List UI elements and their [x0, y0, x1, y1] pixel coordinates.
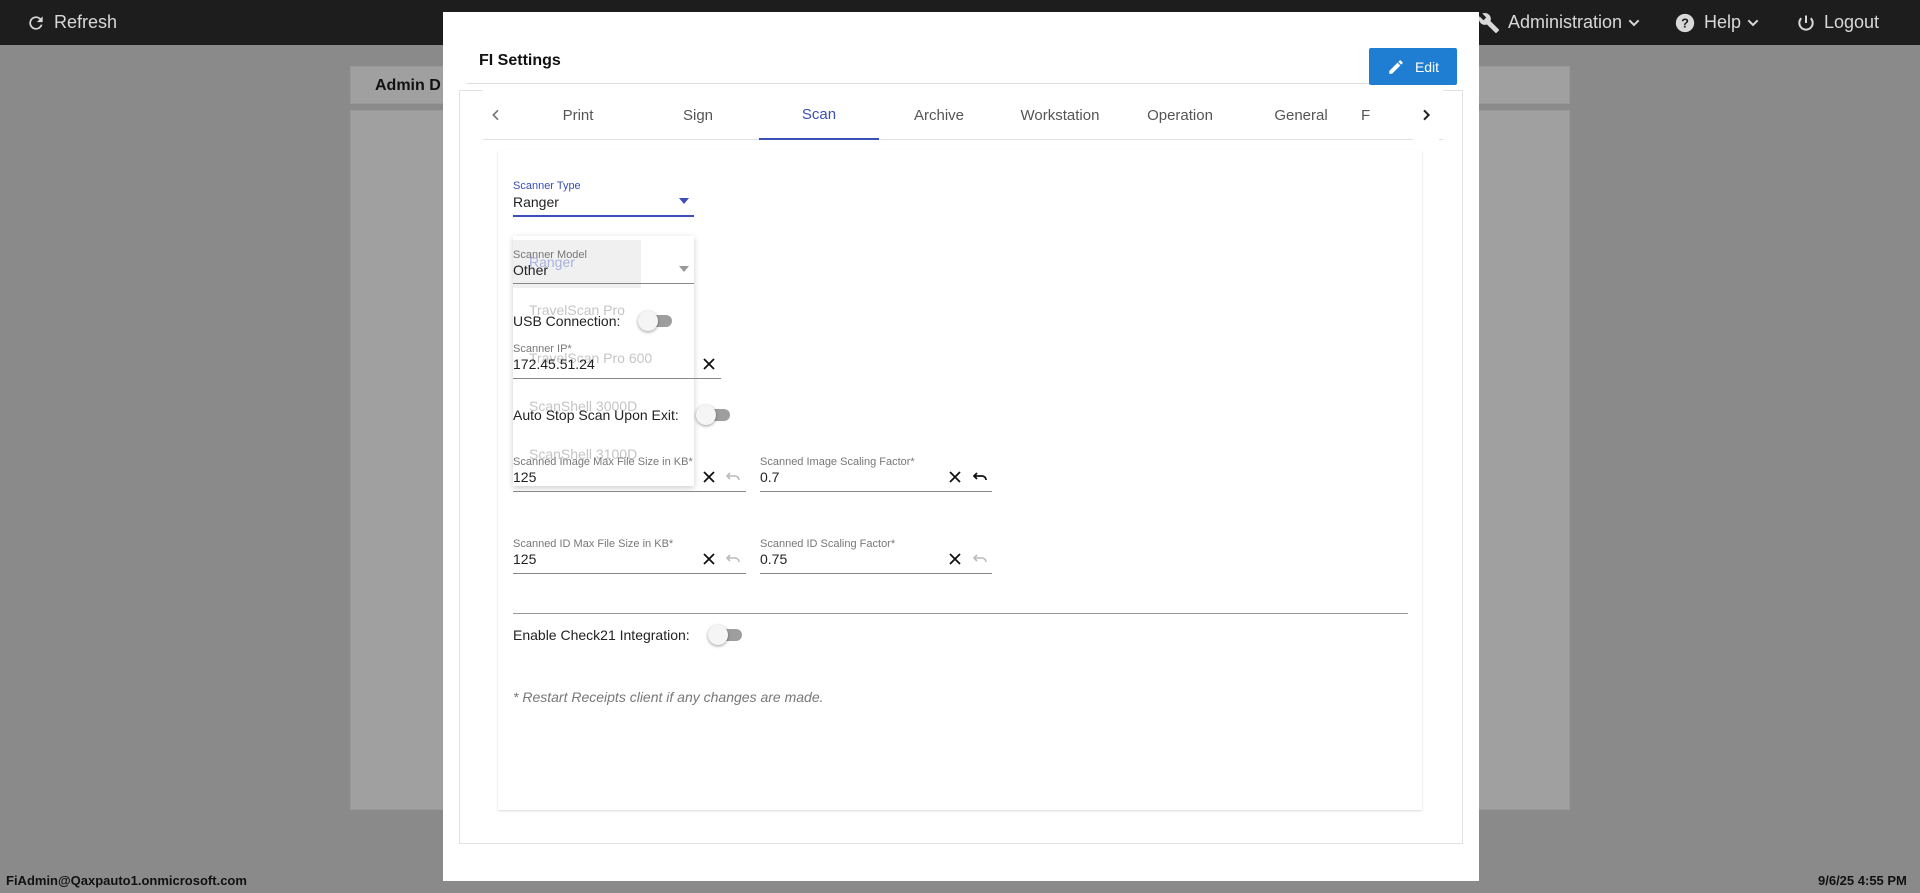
- help-icon: ?: [1675, 13, 1695, 32]
- administration-menu[interactable]: Administration: [1478, 0, 1650, 45]
- clear-image-scaling-button[interactable]: [946, 468, 964, 486]
- undo-id-scaling-button[interactable]: [971, 550, 989, 568]
- undo-icon: [726, 554, 740, 563]
- administration-label: Administration: [1508, 12, 1623, 32]
- clear-id-max-button[interactable]: [700, 550, 718, 568]
- image-scaling-underline: [760, 491, 992, 492]
- id-max-size-input[interactable]: 125: [513, 551, 536, 567]
- logout-button[interactable]: Logout: [1796, 0, 1879, 45]
- usb-connection-toggle[interactable]: [638, 311, 674, 331]
- pencil-icon: [1389, 59, 1403, 74]
- tab-sign[interactable]: Sign: [638, 90, 758, 140]
- scanner-ip-label: Scanner IP*: [513, 343, 572, 355]
- tab-scan[interactable]: Scan: [759, 90, 879, 140]
- undo-icon: [973, 554, 987, 563]
- restart-note: * Restart Receipts client if any changes…: [513, 689, 824, 705]
- chevron-right-icon: [1423, 109, 1431, 121]
- refresh-icon: [29, 15, 43, 30]
- image-max-underline: [513, 491, 746, 492]
- help-menu[interactable]: ? Help: [1674, 0, 1769, 45]
- id-scaling-input[interactable]: 0.75: [760, 551, 787, 567]
- close-icon: [703, 471, 715, 483]
- image-scaling-input[interactable]: 0.7: [760, 469, 779, 485]
- svg-text:?: ?: [1681, 15, 1689, 30]
- id-max-underline: [513, 573, 746, 574]
- tab-archive[interactable]: Archive: [879, 90, 999, 140]
- dropdown-arrow-icon[interactable]: [678, 265, 690, 273]
- close-icon: [949, 471, 961, 483]
- id-scaling-label: Scanned ID Scaling Factor*: [760, 538, 896, 550]
- chevron-left-icon: [492, 109, 499, 121]
- toggle-thumb: [638, 311, 658, 331]
- undo-icon: [726, 472, 740, 481]
- undo-image-max-button[interactable]: [724, 468, 742, 486]
- undo-id-max-button[interactable]: [724, 550, 742, 568]
- chevron-down-icon: [1747, 19, 1759, 26]
- close-icon: [949, 553, 961, 565]
- clear-image-max-button[interactable]: [700, 468, 718, 486]
- admin-title: Admin D: [375, 77, 441, 94]
- id-max-size-label: Scanned ID Max File Size in KB*: [513, 538, 674, 550]
- check21-toggle[interactable]: [708, 625, 744, 645]
- dialog-title: FI Settings: [479, 52, 561, 69]
- logout-label: Logout: [1824, 12, 1880, 32]
- section-divider: [513, 613, 1408, 614]
- settings-tabs: Print Sign Scan Archive Workstation Oper…: [483, 90, 1443, 140]
- help-label: Help: [1704, 12, 1742, 32]
- scanner-ip-underline: [513, 378, 721, 379]
- refresh-button[interactable]: Refresh: [26, 0, 117, 45]
- tab-operation[interactable]: Operation: [1120, 90, 1240, 140]
- clear-id-scaling-button[interactable]: [946, 550, 964, 568]
- scanner-type-label: Scanner Type: [513, 180, 581, 192]
- image-scaling-label: Scanned Image Scaling Factor*: [760, 456, 915, 468]
- toggle-thumb: [696, 405, 716, 425]
- edit-label: Edit: [1414, 58, 1440, 75]
- close-icon: [703, 358, 715, 370]
- scanner-model-underline: [513, 283, 694, 284]
- auto-stop-toggle[interactable]: [696, 405, 732, 425]
- scanner-type-underline: [513, 215, 694, 217]
- tab-scroll-right[interactable]: [1413, 90, 1439, 140]
- auto-stop-label: Auto Stop Scan Upon Exit:: [513, 407, 679, 423]
- status-datetime: 9/6/25 4:55 PM: [1818, 873, 1907, 888]
- usb-connection-label: USB Connection:: [513, 313, 621, 329]
- undo-icon: [973, 472, 987, 481]
- scanner-type-select[interactable]: Ranger: [513, 194, 559, 210]
- dropdown-arrow-icon[interactable]: [678, 197, 690, 205]
- power-icon: [1798, 15, 1814, 31]
- scanner-model-select[interactable]: Other: [513, 262, 548, 278]
- id-scaling-underline: [760, 573, 992, 574]
- scanner-model-label: Scanner Model: [513, 249, 587, 261]
- image-max-size-input[interactable]: 125: [513, 469, 536, 485]
- tab-general[interactable]: General: [1241, 90, 1361, 140]
- scanner-ip-input[interactable]: 172.45.51.24: [513, 356, 595, 372]
- close-icon: [703, 553, 715, 565]
- refresh-label: Refresh: [54, 12, 118, 32]
- edit-button[interactable]: Edit: [1369, 48, 1457, 85]
- dialog-header: FI Settings Edit: [467, 36, 1457, 85]
- tab-print[interactable]: Print: [518, 90, 638, 140]
- status-user: FiAdmin@Qaxpauto1.onmicrosoft.com: [6, 873, 247, 888]
- image-max-size-label: Scanned Image Max File Size in KB*: [513, 456, 693, 468]
- check21-label: Enable Check21 Integration:: [513, 627, 690, 643]
- clear-scanner-ip-button[interactable]: [700, 355, 718, 373]
- undo-image-scaling-button[interactable]: [971, 468, 989, 486]
- toggle-thumb: [708, 625, 728, 645]
- chevron-down-icon: [1628, 19, 1640, 26]
- wrench-icon: [1478, 12, 1500, 33]
- tab-truncated[interactable]: F: [1361, 90, 1411, 140]
- tab-workstation[interactable]: Workstation: [1000, 90, 1120, 140]
- tab-scroll-left[interactable]: [483, 90, 509, 140]
